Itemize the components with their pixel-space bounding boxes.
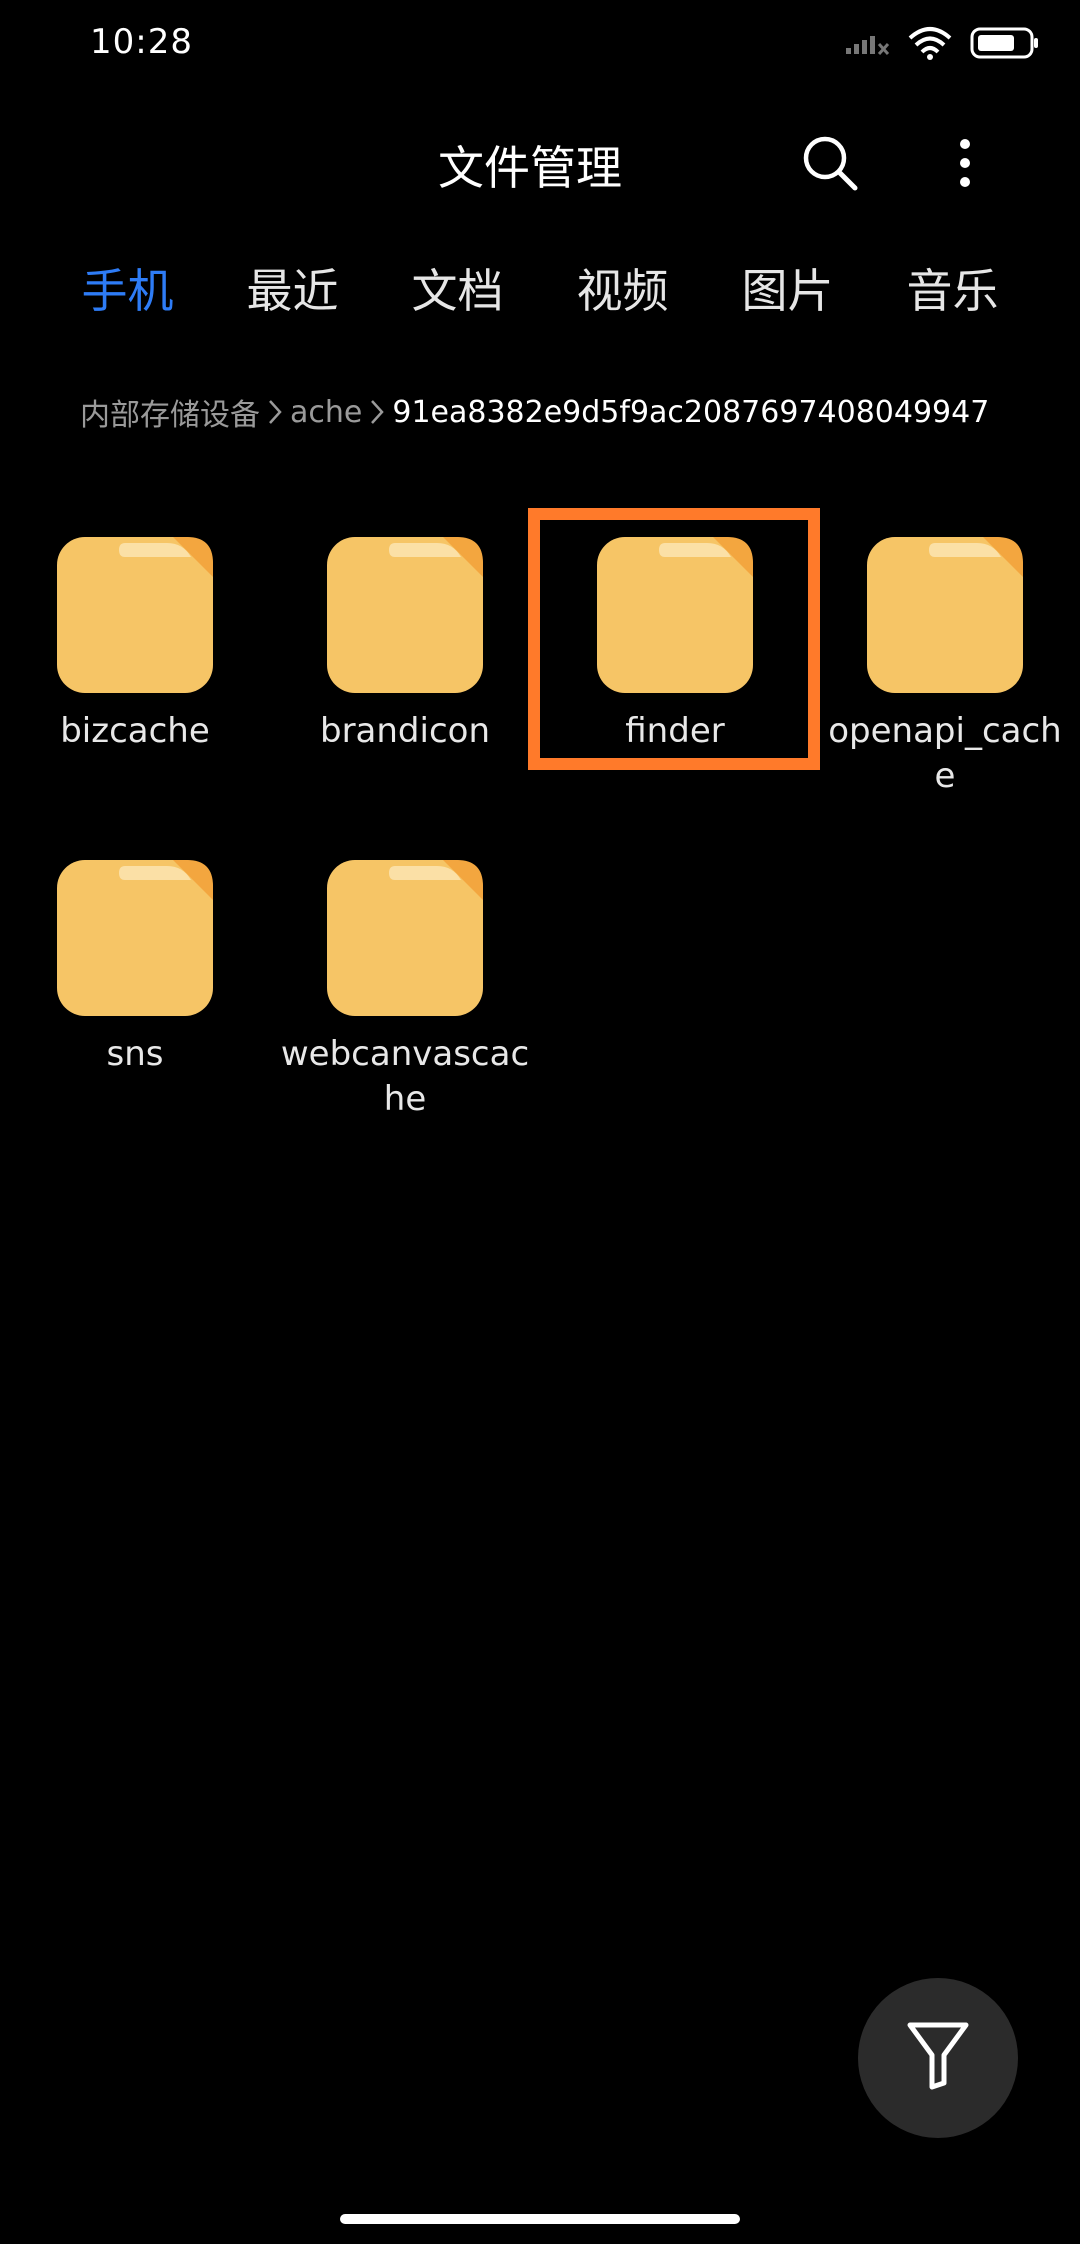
chevron-right-icon bbox=[370, 399, 385, 425]
status-icons bbox=[844, 26, 1040, 64]
filter-button[interactable] bbox=[858, 1978, 1018, 2138]
home-indicator[interactable] bbox=[340, 2214, 740, 2224]
more-vertical-icon bbox=[955, 138, 975, 192]
breadcrumb-item-cache[interactable]: ache bbox=[290, 395, 362, 430]
folder-name: webcanvascache bbox=[280, 1034, 530, 1119]
tab-phone[interactable]: 手机 bbox=[45, 255, 210, 321]
chevron-right-icon bbox=[268, 399, 282, 425]
folder-item[interactable]: webcanvascache bbox=[270, 843, 540, 1122]
folder-item[interactable]: openapi_cache bbox=[810, 520, 1080, 799]
folder-icon bbox=[270, 858, 540, 1018]
folder-name: openapi_cache bbox=[828, 711, 1062, 796]
folder-name: bizcache bbox=[60, 711, 210, 751]
battery-icon bbox=[970, 26, 1040, 64]
more-options-button[interactable] bbox=[930, 130, 1000, 200]
tab-music[interactable]: 音乐 bbox=[870, 255, 1035, 321]
header: 文件管理 bbox=[0, 110, 1080, 220]
status-time: 10:28 bbox=[90, 22, 193, 62]
folder-name: brandicon bbox=[319, 711, 491, 751]
breadcrumb: 内部存储设备 ache 91ea8382e9d5f9ac208769740804… bbox=[80, 390, 1080, 434]
folder-item[interactable]: sns bbox=[0, 843, 270, 1077]
page-title: 文件管理 bbox=[438, 141, 622, 195]
folder-icon bbox=[270, 535, 540, 695]
breadcrumb-item-current: 91ea8382e9d5f9ac2087697408049947 bbox=[392, 394, 990, 430]
folder-name: sns bbox=[106, 1034, 164, 1074]
tab-documents[interactable]: 文档 bbox=[375, 255, 540, 321]
status-bar: 10:28 bbox=[0, 0, 1080, 90]
selection-highlight bbox=[528, 508, 820, 770]
search-button[interactable] bbox=[795, 130, 865, 200]
folder-icon bbox=[810, 535, 1080, 695]
folder-icon bbox=[0, 535, 270, 695]
signal-icon bbox=[844, 28, 890, 62]
wifi-icon bbox=[908, 26, 952, 64]
search-icon bbox=[801, 134, 859, 196]
category-tabs: 手机 最近 文档 视频 图片 音乐 bbox=[45, 255, 1045, 321]
breadcrumb-item-internal-storage[interactable]: 内部存储设备 bbox=[80, 390, 260, 434]
folder-item[interactable]: brandicon bbox=[270, 520, 540, 754]
folder-icon bbox=[0, 858, 270, 1018]
filter-icon bbox=[906, 2021, 970, 2095]
tab-videos[interactable]: 视频 bbox=[540, 255, 705, 321]
folder-item[interactable]: bizcache bbox=[0, 520, 270, 754]
tab-recent[interactable]: 最近 bbox=[210, 255, 375, 321]
tab-images[interactable]: 图片 bbox=[705, 255, 870, 321]
